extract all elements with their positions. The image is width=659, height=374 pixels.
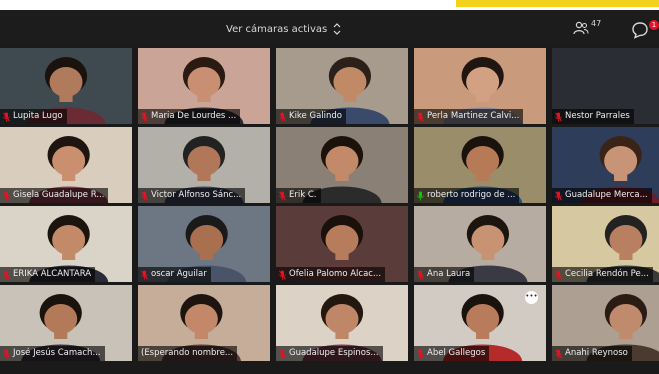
video-tile[interactable]: Erik C. <box>276 127 408 203</box>
participant-name: (Esperando nombre... <box>141 348 234 358</box>
video-tile[interactable]: Gisela Guadalupe R... <box>0 127 132 203</box>
microphone-muted-icon <box>141 270 148 279</box>
participant-name: Perla Martinez Calvi... <box>427 111 520 121</box>
chat-button[interactable]: 1 <box>631 20 659 39</box>
microphone-muted-icon <box>279 270 286 279</box>
video-tile[interactable]: Ana Laura <box>414 206 546 282</box>
video-tile[interactable]: Victor Alfonso Sánc... <box>138 127 270 203</box>
participant-name-label: Lupita Lugo <box>0 109 67 124</box>
chat-bubble-icon <box>632 22 648 39</box>
video-tile[interactable]: Nestor Parrales <box>552 48 659 124</box>
microphone-muted-icon <box>417 270 424 279</box>
microphone-muted-icon <box>141 112 148 121</box>
accent-bar <box>456 0 659 7</box>
video-tile[interactable]: Kike Galindo <box>276 48 408 124</box>
video-tile[interactable]: Cecilia Rendón Pe... <box>552 206 659 282</box>
video-tile[interactable]: Ofelia Palomo Alcac... <box>276 206 408 282</box>
participant-name: Ana Laura <box>427 269 471 279</box>
video-tile[interactable]: Maria De Lourdes ... <box>138 48 270 124</box>
participant-name: Lupita Lugo <box>13 111 63 121</box>
participant-name: ERIKA ALCANTARA <box>13 269 92 279</box>
participant-name: Nestor Parrales <box>565 111 630 121</box>
participant-name: Guadalupe Espinos... <box>289 348 379 358</box>
microphone-muted-icon <box>3 270 10 279</box>
participant-name-label: Guadalupe Merca... <box>552 188 652 203</box>
people-icon <box>573 21 589 35</box>
participant-name-label: Nestor Parrales <box>552 109 634 124</box>
participant-name-label: Kike Galindo <box>276 109 346 124</box>
participant-name-label: roberto rodrigo de ... <box>414 188 520 203</box>
video-grid: Lupita Lugo Maria De Lourdes ... Kike Gali… <box>0 48 659 374</box>
participant-name-label: Ofelia Palomo Alcac... <box>276 267 386 282</box>
participant-name: Kike Galindo <box>289 111 342 121</box>
microphone-muted-icon <box>141 191 148 200</box>
microphone-muted-icon <box>555 112 562 121</box>
participant-name-label: Erik C. <box>276 188 321 203</box>
video-tile[interactable]: Lupita Lugo <box>0 48 132 124</box>
video-tile[interactable]: (Esperando nombre... <box>138 285 270 361</box>
participant-name: Cecilia Rendón Pe... <box>565 269 649 279</box>
video-tile[interactable]: ••• Abel Gallegos <box>414 285 546 361</box>
participant-name-label: Gisela Guadalupe R... <box>0 188 109 203</box>
up-down-chevron-icon <box>333 23 341 35</box>
participant-name-label: oscar Aguilar <box>138 267 211 282</box>
participant-name-label: Anahi Reynoso <box>552 346 632 361</box>
microphone-muted-icon <box>3 112 10 121</box>
participant-name: roberto rodrigo de ... <box>427 190 516 200</box>
participant-name-label: ERIKA ALCANTARA <box>0 267 96 282</box>
video-tile[interactable]: roberto rodrigo de ... <box>414 127 546 203</box>
microphone-muted-icon <box>3 349 10 358</box>
microphone-muted-icon <box>279 349 286 358</box>
participant-name: Erik C. <box>289 190 317 200</box>
video-tile[interactable]: Guadalupe Espinos... <box>276 285 408 361</box>
microphone-muted-icon <box>555 191 562 200</box>
participant-name: José Jesús Camach... <box>13 348 101 358</box>
participant-name-label: Guadalupe Espinos... <box>276 346 383 361</box>
view-selector[interactable]: Ver cámaras activas <box>226 21 341 37</box>
participant-name: Guadalupe Merca... <box>565 190 648 200</box>
more-options-icon[interactable]: ••• <box>525 291 538 304</box>
participants-count: 47 <box>591 19 602 28</box>
meeting-window: Ver cámaras activas 47 1 Lupita Lugo Mari… <box>0 10 659 374</box>
video-tile[interactable]: Anahi Reynoso <box>552 285 659 361</box>
participant-name: Ofelia Palomo Alcac... <box>289 269 382 279</box>
participant-name-label: Cecilia Rendón Pe... <box>552 267 653 282</box>
microphone-muted-icon <box>555 349 562 358</box>
participant-name: Victor Alfonso Sánc... <box>151 190 242 200</box>
video-tile[interactable]: José Jesús Camach... <box>0 285 132 361</box>
microphone-muted-icon <box>555 270 562 279</box>
participant-name-label: Perla Martinez Calvi... <box>414 109 524 124</box>
microphone-muted-icon <box>3 191 10 200</box>
microphone-icon <box>417 191 424 200</box>
video-tile[interactable]: ERIKA ALCANTARA <box>0 206 132 282</box>
video-tile[interactable]: oscar Aguilar <box>138 206 270 282</box>
chat-unread-badge: 1 <box>649 20 659 30</box>
meeting-header: Ver cámaras activas 47 1 <box>0 10 659 47</box>
microphone-muted-icon <box>417 112 424 121</box>
participant-name-label: (Esperando nombre... <box>138 346 238 361</box>
participants-button[interactable]: 47 <box>573 19 602 35</box>
participant-name: Gisela Guadalupe R... <box>13 190 105 200</box>
participant-name-label: Abel Gallegos <box>414 346 490 361</box>
microphone-muted-icon <box>417 349 424 358</box>
video-tile[interactable]: Perla Martinez Calvi... <box>414 48 546 124</box>
participant-name: Maria De Lourdes ... <box>151 111 237 121</box>
participant-name: Anahi Reynoso <box>565 348 628 358</box>
participant-name-label: Victor Alfonso Sánc... <box>138 188 246 203</box>
participant-name: Abel Gallegos <box>427 348 486 358</box>
view-selector-label: Ver cámaras activas <box>226 23 328 35</box>
microphone-muted-icon <box>279 112 286 121</box>
microphone-muted-icon <box>279 191 286 200</box>
participant-name-label: Ana Laura <box>414 267 475 282</box>
video-tile[interactable]: Guadalupe Merca... <box>552 127 659 203</box>
participant-name: oscar Aguilar <box>151 269 207 279</box>
participant-name-label: José Jesús Camach... <box>0 346 105 361</box>
participant-name-label: Maria De Lourdes ... <box>138 109 241 124</box>
